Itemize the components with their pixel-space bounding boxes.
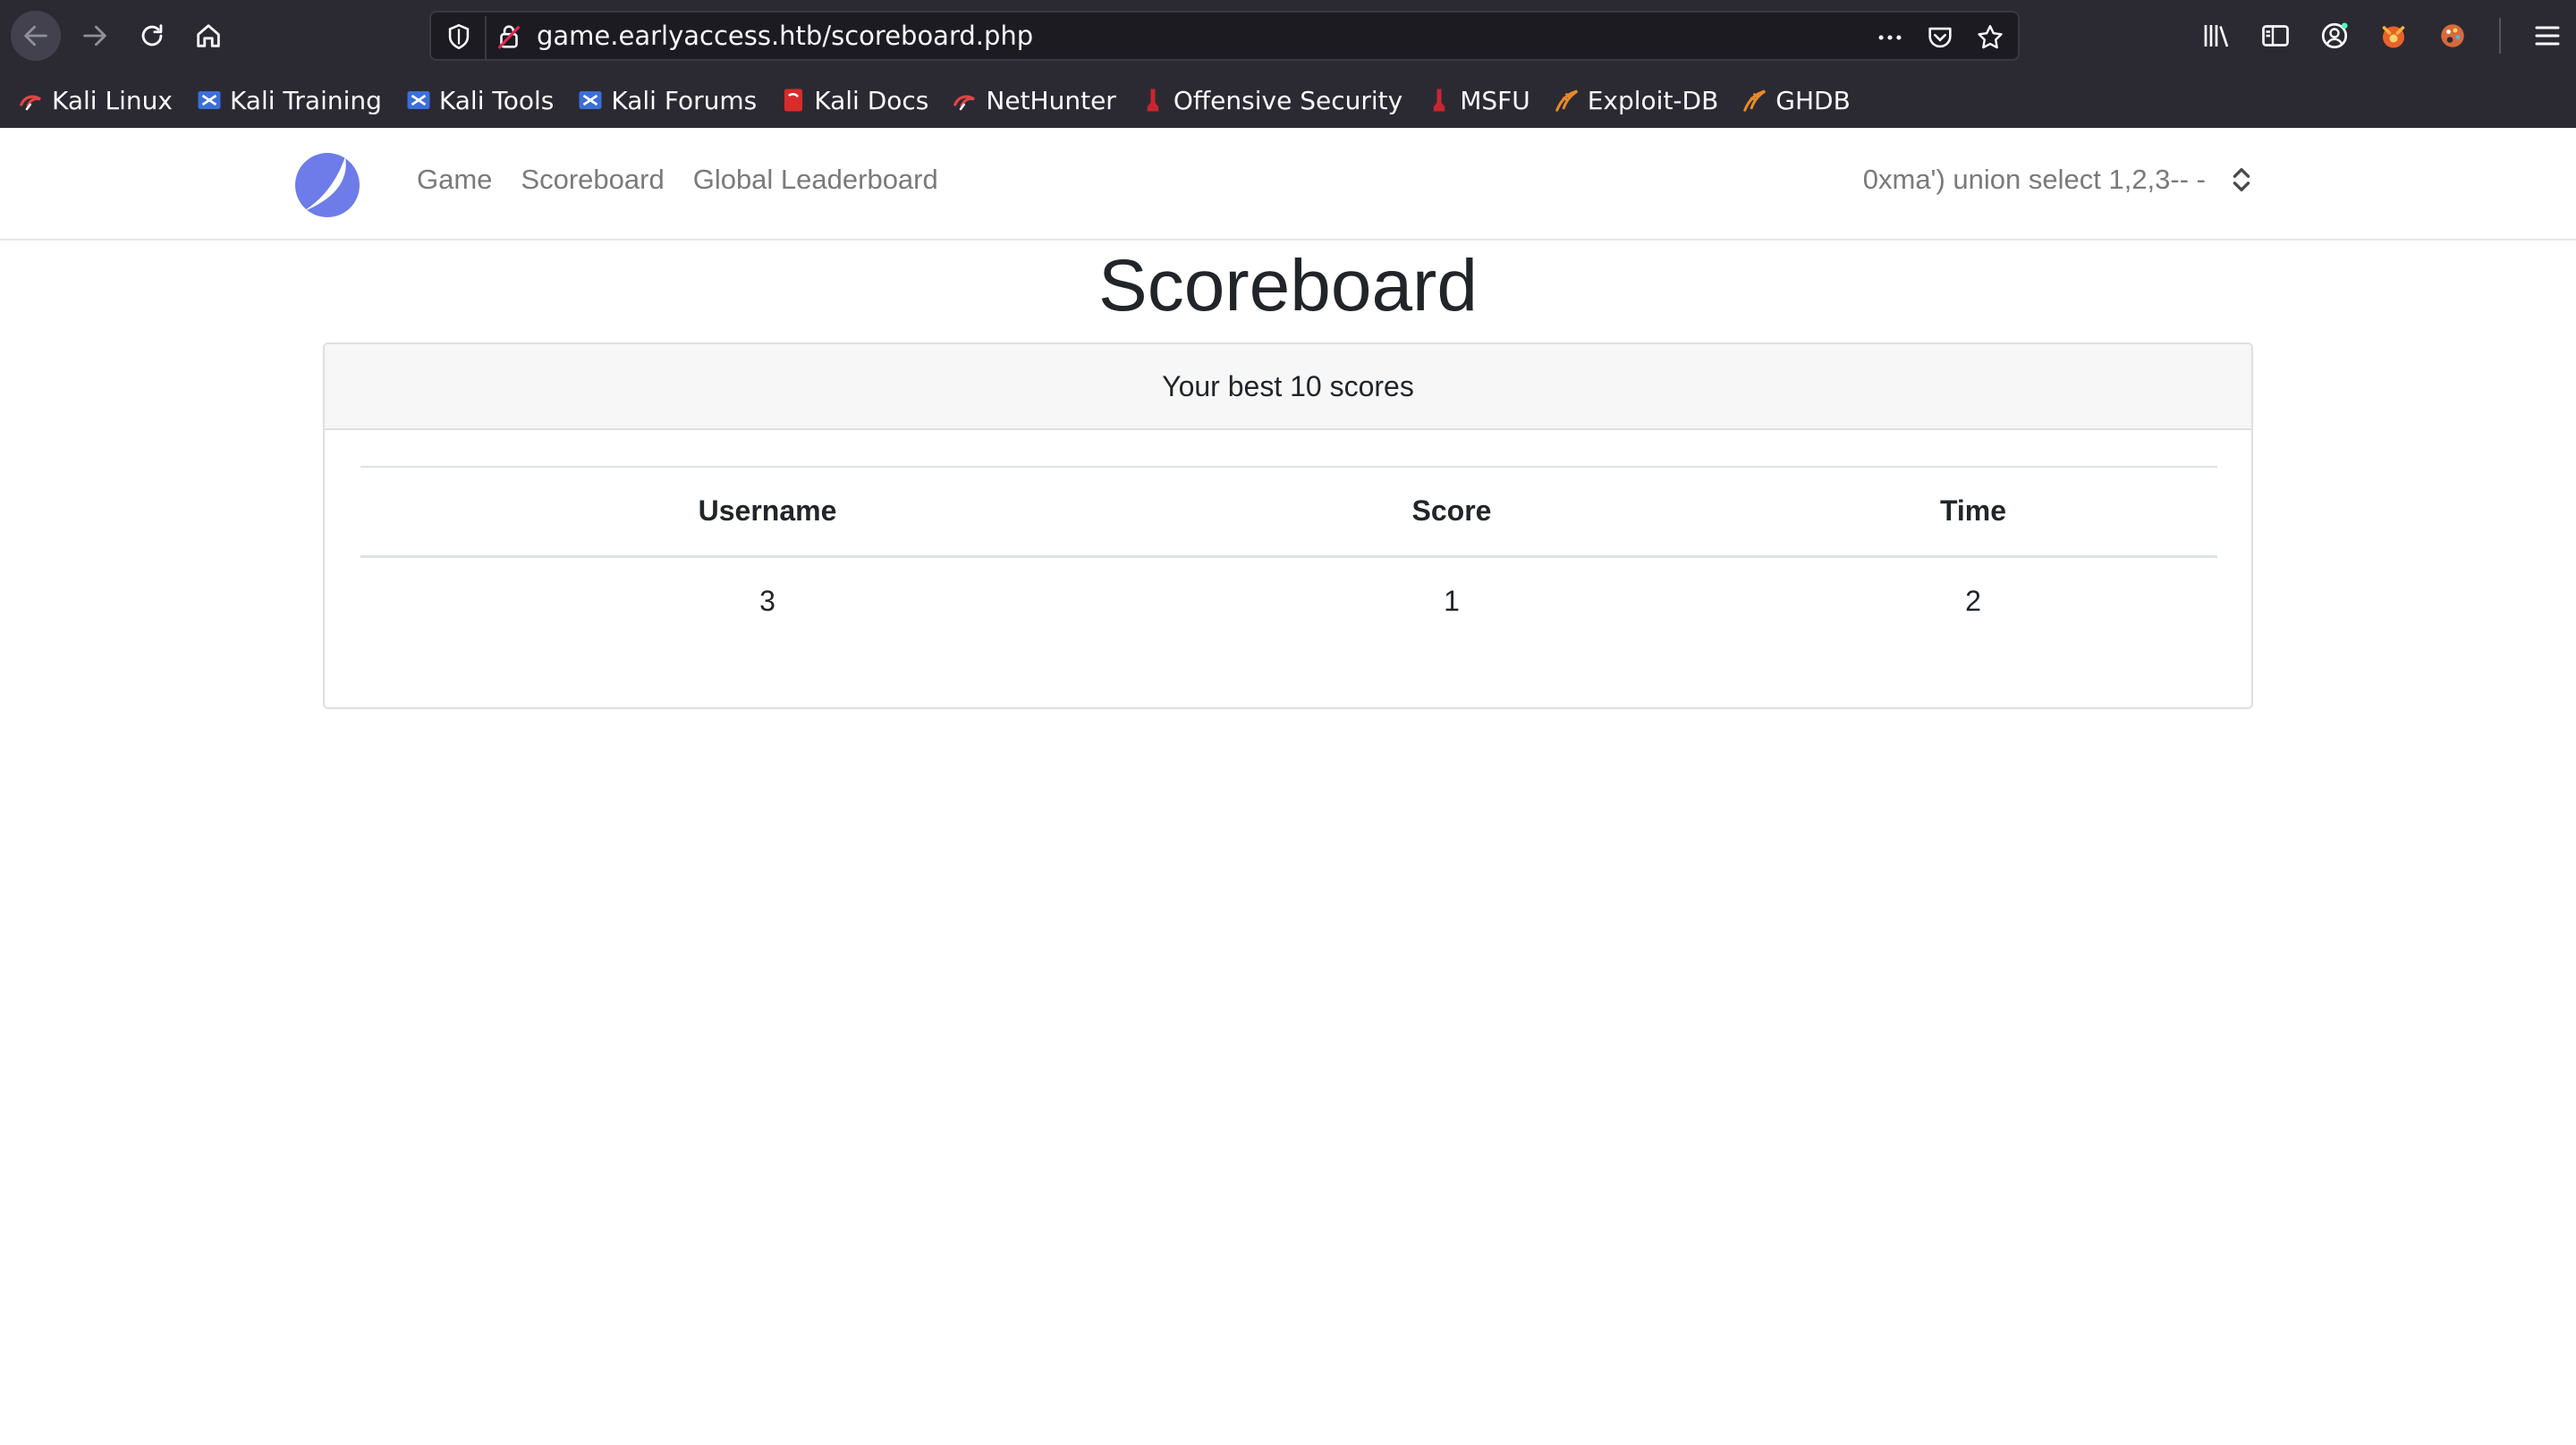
bookmark-kali-linux[interactable]: Kali Linux — [18, 86, 173, 115]
page-title: Scoreboard — [1098, 245, 1478, 326]
cell-username: 3 — [759, 585, 775, 618]
card-header: Your best 10 scores — [325, 344, 2251, 430]
scores-table: Username Score Time 3 1 2 — [360, 466, 2217, 646]
bookmark-kali-forums[interactable]: Kali Forums — [577, 86, 757, 115]
toolbar-right — [2200, 16, 2563, 55]
bookmark-ghdb[interactable]: GHDB — [1741, 86, 1851, 115]
home-icon — [197, 24, 220, 47]
more-actions-icon[interactable] — [1875, 22, 1905, 53]
insecure-lock-icon[interactable] — [494, 21, 524, 52]
browser-toolbar: game.earlyaccess.htb/scoreboard.php — [0, 0, 2576, 72]
forward-button[interactable] — [70, 11, 120, 61]
table-header-row: Username Score Time — [360, 467, 2217, 556]
web-page: Game Scoreboard Global Leaderboard 0xma'… — [0, 128, 2576, 1445]
sidebar-icon[interactable] — [2259, 20, 2292, 52]
user-dropdown[interactable]: 0xma') union select 1,2,3-- - — [1863, 164, 2252, 196]
bookmark-label: Kali Training — [229, 85, 382, 115]
bookmark-label: Kali Linux — [52, 85, 173, 115]
bookmark-label: Kali Forums — [611, 85, 758, 115]
bookmark-label: MSFU — [1460, 85, 1530, 115]
url-divider — [485, 16, 487, 59]
bookmark-offensive-security[interactable]: Offensive Security — [1140, 86, 1402, 115]
bookmark-label: Kali Tools — [438, 85, 555, 115]
nav-link-global-leaderboard[interactable]: Global Leaderboard — [693, 164, 938, 196]
kali-docs-icon — [784, 89, 803, 112]
column-header-time: Time — [1939, 494, 2007, 528]
toolbar-separator — [2499, 18, 2501, 54]
account-icon[interactable] — [2318, 20, 2351, 52]
reload-icon — [141, 24, 163, 46]
exploitdb-icon — [1555, 89, 1578, 112]
nav-link-scoreboard[interactable]: Scoreboard — [521, 164, 664, 196]
bookmark-exploit-db[interactable]: Exploit-DB — [1554, 85, 1719, 115]
bookmark-kali-training[interactable]: Kali Training — [196, 86, 382, 115]
bookmark-label: Exploit-DB — [1587, 85, 1719, 115]
hamburger-menu-icon[interactable] — [2531, 20, 2563, 52]
nav-link-game[interactable]: Game — [417, 164, 492, 196]
home-button[interactable] — [183, 11, 233, 61]
ghdb-icon — [1743, 89, 1767, 112]
bookmark-label: GHDB — [1775, 85, 1851, 115]
scores-card: Your best 10 scores Username Score Time … — [323, 342, 2253, 709]
cell-time: 2 — [1965, 585, 1981, 618]
back-button[interactable] — [11, 11, 61, 61]
chevron-up-down-icon — [2233, 167, 2250, 192]
bookmark-kali-docs[interactable]: Kali Docs — [780, 86, 928, 115]
arrow-left-icon — [24, 25, 47, 46]
bookmark-msfu[interactable]: MSFU — [1426, 86, 1530, 115]
url-text[interactable]: game.earlyaccess.htb/scoreboard.php — [537, 21, 1033, 51]
msfu-icon — [1433, 89, 1445, 112]
reload-button[interactable] — [127, 11, 177, 61]
browser-chrome: game.earlyaccess.htb/scoreboard.php Kali… — [0, 0, 2576, 128]
nav-links: Game Scoreboard Global Leaderboard — [417, 164, 938, 196]
bookmark-star-icon[interactable] — [1975, 22, 2005, 53]
shield-icon[interactable] — [444, 21, 474, 52]
extension-fox-icon[interactable] — [2377, 20, 2410, 52]
kali-forums-icon — [579, 91, 602, 109]
url-bar[interactable]: game.earlyaccess.htb/scoreboard.php — [429, 11, 2020, 61]
bookmark-kali-tools[interactable]: Kali Tools — [405, 86, 554, 115]
offsec-icon — [1147, 89, 1159, 112]
nethunter-icon — [953, 95, 976, 111]
site-navbar: Game Scoreboard Global Leaderboard 0xma'… — [0, 128, 2576, 241]
kali-dragon-icon — [20, 95, 41, 111]
arrow-right-icon — [83, 25, 106, 46]
bookmark-label: Offensive Security — [1173, 85, 1403, 115]
site-logo[interactable] — [293, 151, 361, 219]
cell-score: 1 — [1444, 585, 1460, 618]
library-icon[interactable] — [2200, 20, 2233, 52]
bookmark-label: Kali Docs — [814, 85, 929, 115]
column-header-username: Username — [698, 494, 837, 528]
username-label: 0xma') union select 1,2,3-- - — [1862, 164, 2206, 195]
kali-tools-icon — [407, 91, 430, 109]
scores-table-wrap: Username Score Time 3 1 2 — [360, 466, 2217, 646]
bookmark-label: NetHunter — [986, 85, 1116, 115]
kali-training-icon — [198, 91, 221, 109]
column-header-score: Score — [1411, 494, 1492, 528]
url-actions — [1875, 20, 2005, 55]
extension-palette-icon[interactable] — [2436, 20, 2469, 52]
bookmark-nethunter[interactable]: NetHunter — [952, 85, 1116, 115]
bookmarks-toolbar: Kali Linux Kali Training Kali Tools Kali… — [0, 79, 2576, 122]
pocket-icon[interactable] — [1925, 22, 1955, 53]
table-row: 3 1 2 — [360, 556, 2217, 646]
